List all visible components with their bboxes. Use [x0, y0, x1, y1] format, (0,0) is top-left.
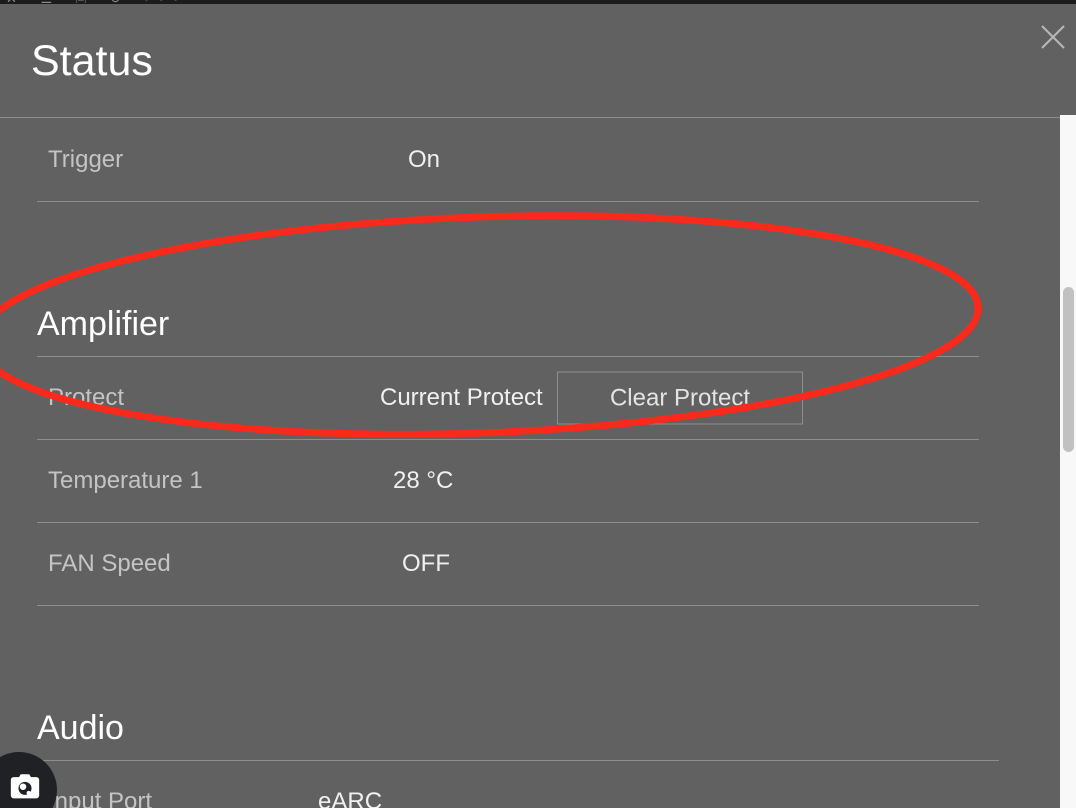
clear-protect-button[interactable]: Clear Protect [557, 371, 803, 425]
section-heading-amplifier: Amplifier [37, 260, 979, 357]
section-title: Amplifier [37, 305, 170, 343]
section-title: Audio [37, 709, 124, 747]
row-value: OFF [402, 550, 450, 577]
vertical-scrollbar-track[interactable] [1060, 115, 1076, 808]
row-label: Trigger [48, 146, 124, 173]
screen: ✕ ☰ ⎙ ↻ ••• Status Trigger On Amplifier [0, 0, 1076, 808]
table-row-trigger: Trigger On [37, 119, 979, 202]
status-scroll-region[interactable]: Trigger On Amplifier Protect Current Pro… [0, 119, 1060, 808]
chrome-toolbar-glyphs: ✕ ☰ ⎙ ↻ ••• [6, 0, 266, 3]
page-title: Status [31, 37, 153, 85]
table-row-temperature: Temperature 1 28 °C [37, 440, 979, 523]
table-row-input-port: Input Port eARC [37, 761, 999, 808]
vertical-scrollbar-thumb[interactable] [1063, 287, 1074, 452]
row-label: FAN Speed [48, 550, 171, 577]
row-value: On [408, 146, 441, 173]
google-lens-camera-icon [10, 774, 40, 799]
dialog-header: Status [0, 4, 1076, 118]
table-row-protect: Protect Current Protect Clear Protect [37, 357, 979, 440]
section-heading-audio: Audio [37, 664, 999, 761]
table-row-fan-speed: FAN Speed OFF [37, 523, 979, 606]
row-label: Temperature 1 [48, 467, 203, 494]
row-value: eARC [318, 788, 383, 808]
row-label: Protect [48, 384, 125, 411]
row-value: Current Protect [380, 384, 543, 411]
row-label: Input Port [48, 788, 153, 808]
close-icon[interactable] [1036, 20, 1070, 54]
row-value: 28 °C [393, 467, 454, 494]
status-dialog: Status Trigger On Amplifier Protect Curr… [0, 4, 1076, 808]
